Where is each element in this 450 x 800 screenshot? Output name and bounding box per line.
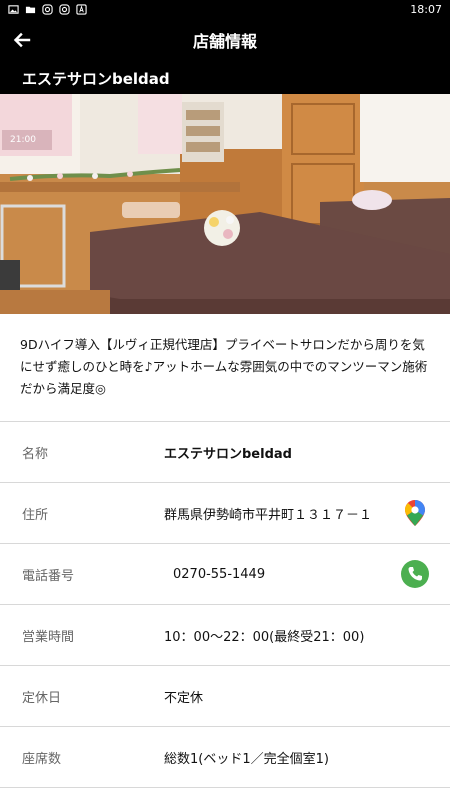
page-title: 店舗情報 (192, 32, 257, 51)
shop-description: 9Dハイフ導入【ルヴィ正規代理店】プライベートサロンだから周りを気にせず癒しのひ… (0, 314, 450, 422)
name-value: エステサロンbeldad (164, 446, 292, 462)
shop-name-header: エステサロンbeldad (0, 62, 450, 94)
hours-label: 営業時間 (22, 629, 75, 645)
instagram-notification-icon (42, 3, 53, 15)
app-bar: 店舗情報 (0, 18, 450, 62)
app-notification-icon (76, 3, 87, 15)
phone-icon (401, 560, 429, 588)
address-value: 群馬県伊勢崎市平井町１３１７－１ (164, 507, 373, 523)
call-button[interactable] (400, 559, 430, 589)
shop-name: エステサロンbeldad (22, 69, 170, 88)
holiday-value: 不定休 (164, 690, 204, 706)
salon-photo: 21:00 (0, 94, 450, 314)
info-row-holiday: 定休日 不定休 (0, 666, 450, 727)
google-maps-pin-icon (405, 500, 425, 526)
info-row-seats: 座席数 総数1(ベッド1／完全個室1) (0, 727, 450, 788)
hours-value: 10：00～22：00(最終受21：00) (164, 629, 365, 645)
map-button[interactable] (400, 498, 430, 528)
folder-notification-icon (25, 6, 36, 13)
info-row-phone: 電話番号 0270-55-1449 (0, 544, 450, 605)
name-label: 名称 (22, 446, 49, 462)
back-button[interactable] (8, 26, 36, 54)
info-row-name: 名称 エステサロンbeldad (0, 422, 450, 483)
info-row-hours: 営業時間 10：00～22：00(最終受21：00) (0, 605, 450, 666)
holiday-label: 定休日 (22, 690, 62, 706)
image-notification-icon (8, 4, 19, 14)
info-row-address: 住所 群馬県伊勢崎市平井町１３１７－１ (0, 483, 450, 544)
seats-label: 座席数 (22, 751, 62, 767)
phone-label: 電話番号 (22, 568, 75, 584)
arrow-left-icon (13, 32, 31, 48)
instagram-notification-icon-2 (59, 3, 70, 15)
address-label: 住所 (22, 507, 49, 523)
seats-value: 総数1(ベッド1／完全個室1) (164, 751, 329, 767)
status-bar: 18:07 (0, 0, 450, 18)
status-time: 18:07 (410, 2, 442, 16)
wall-clock: 21:00 (10, 135, 36, 145)
phone-value[interactable]: 0270-55-1449 (164, 567, 265, 582)
notification-icons (8, 3, 87, 15)
